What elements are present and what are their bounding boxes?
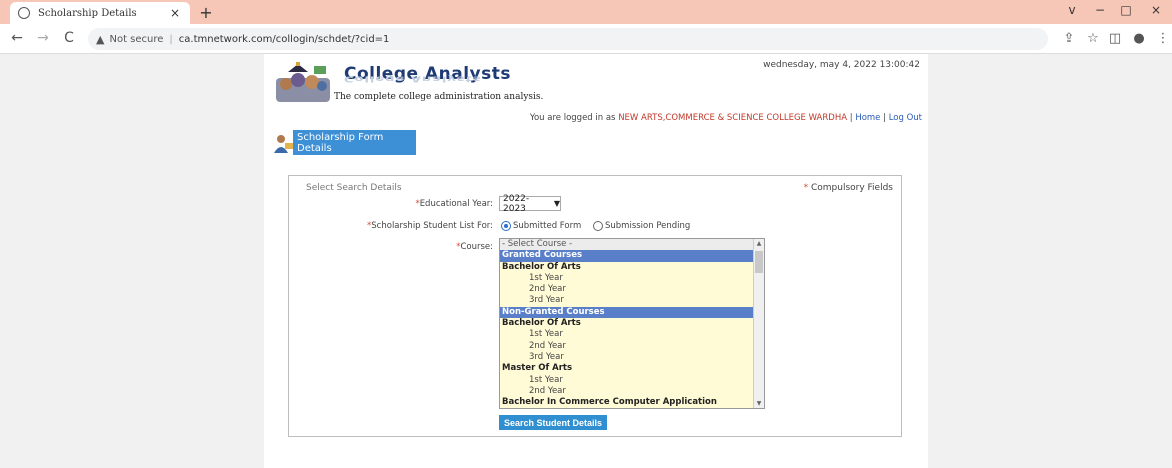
- course-option[interactable]: Granted Courses: [500, 250, 764, 262]
- address-bar-row: ← → C ▲ Not secure | ca.tmnetwork.com/co…: [0, 24, 1172, 54]
- omnibox[interactable]: ▲ Not secure | ca.tmnetwork.com/collogin…: [88, 28, 1048, 50]
- year-label: *Educational Year:: [415, 199, 493, 209]
- page-viewport: College Analysts College Analysts The co…: [0, 54, 1172, 468]
- tab-bar: Scholarship Details × + v − □ ×: [0, 0, 1172, 24]
- login-separator: |: [883, 113, 886, 123]
- back-button[interactable]: ←: [8, 30, 26, 46]
- course-label: *Course:: [456, 242, 493, 252]
- tab-close-icon[interactable]: ×: [168, 6, 182, 20]
- college-name: NEW ARTS,COMMERCE & SCIENCE COLLEGE WARD…: [618, 113, 848, 123]
- course-listbox[interactable]: - Select Course - Granted Courses Bachelor…: [499, 238, 765, 409]
- chevron-down-icon: ▼: [553, 199, 560, 208]
- required-star: *: [803, 183, 809, 193]
- course-option[interactable]: Master Of Arts: [500, 363, 764, 374]
- bookmark-star-icon[interactable]: ☆: [1084, 31, 1102, 46]
- menu-kebab-icon[interactable]: ⋮: [1154, 31, 1172, 46]
- omnibox-divider: |: [169, 33, 173, 45]
- course-option[interactable]: 1st Year: [500, 273, 764, 284]
- radio-submitted-label: Submitted Form: [513, 221, 582, 231]
- tab-scholarship-details[interactable]: Scholarship Details ×: [10, 2, 190, 24]
- warning-icon: ▲: [96, 32, 105, 46]
- course-option[interactable]: 3rd Year: [500, 295, 764, 306]
- security-label: Not secure: [109, 33, 164, 45]
- list-for-label-text: Scholarship Student List For:: [371, 221, 493, 231]
- course-options: - Select Course - Granted Courses Bachelor…: [500, 239, 764, 408]
- course-option[interactable]: Bachelor Of Arts: [500, 318, 764, 329]
- course-option[interactable]: 2nd Year: [500, 386, 764, 397]
- course-option[interactable]: Bachelor In Commerce Computer Applicatio…: [500, 397, 764, 408]
- year-label-text: Educational Year:: [419, 199, 493, 209]
- list-for-label: *Scholarship Student List For:: [367, 221, 493, 231]
- course-option[interactable]: 1st Year: [500, 375, 764, 386]
- new-tab-button[interactable]: +: [198, 3, 214, 22]
- share-icon[interactable]: ⇪: [1060, 31, 1078, 46]
- educational-year-select[interactable]: 2022-2023 ▼: [499, 193, 561, 214]
- course-label-text: Course:: [460, 242, 493, 252]
- tab-title: Scholarship Details: [38, 7, 137, 19]
- tab-search-icon[interactable]: v: [1062, 3, 1082, 17]
- login-info: You are logged in as NEW ARTS,COMMERCE &…: [530, 113, 922, 123]
- scroll-down-icon[interactable]: ▼: [754, 400, 764, 407]
- course-option[interactable]: 1st Year: [500, 329, 764, 340]
- home-link[interactable]: Home: [855, 113, 880, 123]
- course-option[interactable]: Bachelor Of Arts: [500, 262, 764, 273]
- globe-icon: [18, 7, 30, 19]
- current-datetime: wednesday, may 4, 2022 13:00:42: [763, 60, 920, 70]
- reload-button[interactable]: C: [60, 30, 78, 46]
- url-text[interactable]: ca.tmnetwork.com/collogin/schdet/?cid=1: [179, 34, 390, 45]
- maximize-button[interactable]: □: [1116, 3, 1136, 17]
- educational-year-value: 2022-2023: [503, 193, 530, 214]
- course-option[interactable]: 2nd Year: [500, 341, 764, 352]
- radio-pending-label: Submission Pending: [605, 221, 691, 231]
- scroll-up-icon[interactable]: ▲: [754, 240, 764, 247]
- login-prefix: You are logged in as: [529, 113, 616, 123]
- section-title: Scholarship Form Details: [293, 130, 416, 155]
- page-container: College Analysts College Analysts The co…: [264, 54, 928, 468]
- course-option[interactable]: 2nd Year: [500, 284, 764, 295]
- brand-reflection: College Analysts: [344, 74, 482, 83]
- search-student-details-button[interactable]: Search Student Details: [499, 415, 607, 430]
- student-icon: [274, 135, 293, 153]
- course-option[interactable]: 3rd Year: [500, 352, 764, 363]
- logout-link[interactable]: Log Out: [889, 113, 922, 123]
- profile-avatar-icon[interactable]: ●: [1130, 31, 1148, 46]
- search-form: Select Search Details * Compulsory Field…: [288, 175, 902, 437]
- radio-submitted-form[interactable]: Submitted Form: [501, 221, 581, 231]
- course-option[interactable]: Non-Granted Courses: [500, 306, 764, 319]
- course-scrollbar[interactable]: ▲ ▼: [753, 239, 764, 408]
- login-separator: |: [849, 113, 853, 123]
- minimize-button[interactable]: −: [1090, 3, 1110, 17]
- radio-selected-icon: [501, 221, 511, 231]
- scroll-thumb[interactable]: [755, 251, 763, 273]
- form-legend: Select Search Details: [306, 183, 402, 193]
- close-window-button[interactable]: ×: [1146, 3, 1166, 17]
- radio-unselected-icon: [593, 221, 603, 231]
- course-option[interactable]: - Select Course -: [500, 239, 764, 251]
- forward-button[interactable]: →: [34, 30, 52, 46]
- compulsory-text: Compulsory Fields: [810, 183, 893, 193]
- compulsory-note: * Compulsory Fields: [804, 183, 893, 193]
- sidebar-icon[interactable]: ◫: [1106, 31, 1124, 46]
- college-logo-icon: [276, 62, 330, 102]
- brand-tagline: The complete college administration anal…: [334, 92, 544, 102]
- radio-submission-pending[interactable]: Submission Pending: [593, 221, 690, 231]
